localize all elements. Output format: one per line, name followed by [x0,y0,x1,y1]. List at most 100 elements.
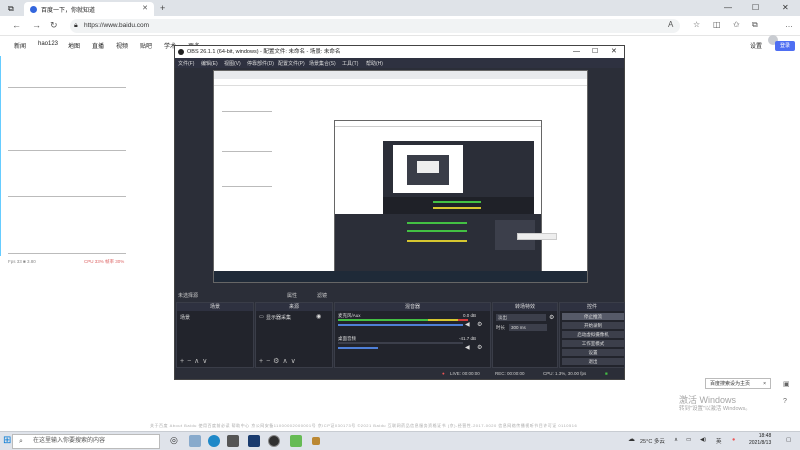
favorites-list-icon[interactable]: ✩ [733,20,740,29]
task-view-icon[interactable]: ◎ [170,435,182,447]
start-recording-button[interactable]: 开始录制 [562,322,624,329]
volume-slider[interactable] [338,324,463,326]
search-icon: ⌕ [19,438,23,445]
scenes-footer-buttons[interactable]: +−∧∨ [180,357,210,365]
settings-link[interactable]: 设置 [750,41,762,50]
taskbar-search[interactable]: ⌕ 在这里输入你要搜索的内容 [12,434,160,449]
store-icon[interactable] [227,435,239,447]
file-explorer-icon[interactable] [189,435,201,447]
more-menu-icon[interactable]: … [785,20,793,29]
studio-mode-button[interactable]: 工作室模式 [562,340,624,347]
side-tool-icon[interactable]: ▣ [783,380,790,388]
filters-button[interactable]: 滤镜 [317,292,327,299]
obs-title-text: OBS 26.1.1 (64-bit, windows) - 配置文件: 未命名… [187,49,341,55]
obs-menu-scene-collection[interactable]: 场景集合(S) [309,60,336,67]
duration-input[interactable]: 300 ms [509,324,547,331]
clock-date: 2021/8/13 [749,440,772,446]
mixer-gear-icon[interactable]: ⚙ [477,321,482,328]
obs-menu-tools[interactable]: 工具(T) [342,60,358,67]
weather-icon[interactable]: ☁ [628,435,635,443]
divider-line [8,150,126,151]
side-help-icon[interactable]: ? [783,398,787,405]
obs-maximize-button[interactable]: ☐ [592,46,598,58]
ime-language[interactable]: 英 [716,437,722,445]
tab-close-icon[interactable]: ✕ [142,4,148,12]
clock-time: 18:48 [758,433,772,439]
visibility-eye-icon[interactable]: ◉ [316,313,321,320]
obs-minimize-button[interactable]: — [573,46,580,58]
toast-close-icon[interactable]: × [763,379,766,389]
captured-mixer [383,197,534,215]
obs-settings-button[interactable]: 设置 [562,349,624,356]
nav-map[interactable]: 地图 [68,41,80,50]
left-stats-text: Fps 33 ■ 3.80 [8,259,36,264]
refresh-icon[interactable]: ↻ [50,20,58,31]
obs-menu-profile[interactable]: 配置文件(P) [278,60,305,67]
speaker-icon[interactable]: ◀ [465,321,470,328]
taskbar-clock[interactable]: 18:48 2021/8/13 [749,433,771,447]
back-icon[interactable]: ← [12,20,21,30]
close-button[interactable]: ✕ [782,3,789,12]
obs-menu-help[interactable]: 帮助(H) [366,60,383,67]
obs-menu-view[interactable]: 视图(V) [224,60,241,67]
weather-text[interactable]: 25°C 多云 [640,437,665,445]
obs-menu-file[interactable]: 文件(F) [178,60,194,67]
tray-app-icon[interactable]: ● [732,437,735,443]
nav-hao123[interactable]: hao123 [38,41,58,47]
nav-live[interactable]: 直播 [92,41,104,50]
scene-item[interactable]: 场景 [180,314,190,321]
homepage-toast[interactable]: 百度搜索设为主页 × [705,378,771,389]
scenes-panel: 场景 场景 +−∧∨ [176,302,254,368]
tray-chevron-icon[interactable]: ∧ [674,437,678,443]
read-aloud-icon[interactable]: A [668,20,673,29]
nav-news[interactable]: 新闻 [14,41,26,50]
mixer-header: 混音器 [335,303,490,311]
new-tab-icon[interactable]: + [160,3,165,13]
obs-menu-edit[interactable]: 编辑(E) [201,60,218,67]
obs-close-button[interactable]: ✕ [611,46,617,58]
address-bar[interactable]: 🔒︎ https://www.baidu.com [70,19,680,33]
app-icon[interactable] [290,435,302,447]
windows-start-icon[interactable]: ⊞ [3,435,11,446]
browser-toolbar: ← → ↻ 🔒︎ https://www.baidu.com A ☆ ◫ ✩ ⧉… [0,16,800,45]
app-icon-2[interactable] [312,437,320,445]
nav-video[interactable]: 视频 [116,41,128,50]
sources-footer-buttons[interactable]: +−⚙∧∨ [259,357,299,365]
stop-streaming-button[interactable]: 停止推流 [562,313,624,320]
minimize-button[interactable]: — [724,3,732,12]
nav-tieba[interactable]: 贴吧 [140,41,152,50]
forward-icon[interactable]: → [32,20,41,30]
activation-watermark-text: 转到"设置"以激活 Windows。 [679,406,751,412]
volume-slider[interactable] [338,347,378,349]
network-icon[interactable]: ▭ [686,437,691,443]
speaker-icon[interactable]: ◀ [465,344,470,351]
obs-preview[interactable] [213,70,588,283]
maximize-button[interactable]: ☐ [752,3,759,12]
edge-icon[interactable] [208,435,220,447]
split-screen-icon[interactable]: ◫ [713,20,721,29]
transition-gear-icon[interactable]: ⚙ [549,314,554,321]
virtual-camera-button[interactable]: 启动虚拟摄像机 [562,331,624,338]
audio-meter [338,319,428,321]
browser-tab[interactable]: 百度一下，你就知道 ✕ [24,2,154,16]
transition-select[interactable]: 淡出 [496,314,546,321]
tab-actions-icon[interactable]: ⧉ [8,4,14,14]
notification-center-icon[interactable]: ▢ [786,437,791,443]
audio-meter [428,319,458,321]
properties-button[interactable]: 属性 [287,292,297,299]
obs-menu-docks[interactable]: 停靠部件(D) [247,60,274,67]
captured-meter [433,207,481,209]
mixer-gear-icon[interactable]: ⚙ [477,344,482,351]
source-item[interactable]: 显示器采集 [266,314,291,321]
favorite-icon[interactable]: ☆ [693,20,700,29]
exit-button[interactable]: 退出 [562,358,624,365]
live-status: LIVE: 00:00:00 [450,371,480,376]
stream-health-icon: ■ [605,371,608,376]
collections-icon[interactable]: ⧉ [752,20,758,30]
cpu-status: CPU: 1.3%, 30.00 fps [543,371,587,376]
login-button[interactable]: 登录 [775,41,795,51]
volume-icon[interactable]: ◀) [700,437,706,443]
obs-taskbar-icon[interactable] [268,435,280,447]
steam-icon[interactable] [248,435,260,447]
toast-text: 百度搜索设为主页 [710,381,751,387]
